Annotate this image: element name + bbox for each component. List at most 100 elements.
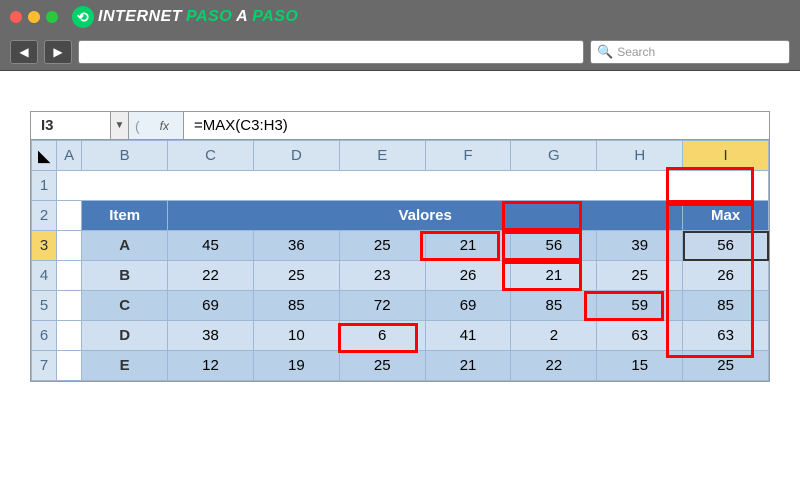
col-F[interactable]: F [425, 141, 511, 171]
col-C[interactable]: C [168, 141, 254, 171]
cell-F7[interactable]: 21 [425, 351, 511, 381]
cell-F4[interactable]: 26 [425, 261, 511, 291]
forward-button[interactable]: ▶ [44, 40, 72, 64]
cell-E3[interactable]: 25 [339, 231, 425, 261]
brand-part3: A [236, 8, 248, 26]
cell-A4[interactable] [57, 261, 82, 291]
spreadsheet[interactable]: ◣ A B C D E F G H I 1 [31, 140, 769, 381]
cell-D6[interactable]: 10 [253, 321, 339, 351]
cell-B5[interactable]: C [82, 291, 168, 321]
back-button[interactable]: ◀ [10, 40, 38, 64]
cell-G3[interactable]: 56 [511, 231, 597, 261]
row-2: 2 Item Valores Max [32, 201, 769, 231]
url-bar[interactable] [78, 40, 584, 64]
cell-A7[interactable] [57, 351, 82, 381]
row-1: 1 [32, 171, 769, 201]
minimize-icon[interactable] [28, 11, 40, 23]
row-head-4[interactable]: 4 [32, 261, 57, 291]
col-D[interactable]: D [253, 141, 339, 171]
col-I[interactable]: I [683, 141, 769, 171]
row-head-2[interactable]: 2 [32, 201, 57, 231]
cell-A3[interactable] [57, 231, 82, 261]
cell-C3[interactable]: 45 [168, 231, 254, 261]
col-H[interactable]: H [597, 141, 683, 171]
formula-bar: I3 ▼ ( fx =MAX(C3:H3) [31, 112, 769, 140]
row-3: 3 A 45 36 25 21 56 39 56 [32, 231, 769, 261]
row-head-6[interactable]: 6 [32, 321, 57, 351]
cell-B7[interactable]: E [82, 351, 168, 381]
cell-C4[interactable]: 22 [168, 261, 254, 291]
col-E[interactable]: E [339, 141, 425, 171]
cell-A5[interactable] [57, 291, 82, 321]
col-B[interactable]: B [82, 141, 168, 171]
row-6: 6 D 38 10 6 41 2 63 63 [32, 321, 769, 351]
excel-screenshot: I3 ▼ ( fx =MAX(C3:H3) ◣ A B C [30, 111, 770, 382]
cell-F6[interactable]: 41 [425, 321, 511, 351]
col-A[interactable]: A [57, 141, 82, 171]
cell-A6[interactable] [57, 321, 82, 351]
cell-H6[interactable]: 63 [597, 321, 683, 351]
cell-I3[interactable]: 56 [683, 231, 769, 261]
cell-F3[interactable]: 21 [425, 231, 511, 261]
cell-H7[interactable]: 15 [597, 351, 683, 381]
cell-C7[interactable]: 12 [168, 351, 254, 381]
cell-I7[interactable]: 25 [683, 351, 769, 381]
row-head-7[interactable]: 7 [32, 351, 57, 381]
fx-paren: ( [129, 112, 146, 139]
select-all-corner[interactable]: ◣ [32, 141, 57, 171]
header-item[interactable]: Item [82, 201, 168, 231]
cell-B4[interactable]: B [82, 261, 168, 291]
cell-E4[interactable]: 23 [339, 261, 425, 291]
cell-H3[interactable]: 39 [597, 231, 683, 261]
site-logo: ⟲ INTERNETPASOAPASO [72, 6, 298, 28]
col-G[interactable]: G [511, 141, 597, 171]
search-icon: 🔍 [597, 44, 613, 60]
name-box-dropdown-icon[interactable]: ▼ [111, 112, 129, 139]
navbar: ◀ ▶ 🔍 Search [0, 34, 800, 70]
cell-D5[interactable]: 85 [253, 291, 339, 321]
logo-icon: ⟲ [72, 6, 94, 28]
cell-E6[interactable]: 6 [339, 321, 425, 351]
cell-empty[interactable] [57, 171, 769, 201]
name-box[interactable]: I3 [31, 112, 111, 139]
cell-G4[interactable]: 21 [511, 261, 597, 291]
cell-F5[interactable]: 69 [425, 291, 511, 321]
cell-G6[interactable]: 2 [511, 321, 597, 351]
column-headers: ◣ A B C D E F G H I [32, 141, 769, 171]
cell-I4[interactable]: 26 [683, 261, 769, 291]
row-head-5[interactable]: 5 [32, 291, 57, 321]
cell-H5[interactable]: 59 [597, 291, 683, 321]
cell-G5[interactable]: 85 [511, 291, 597, 321]
cell-I6[interactable]: 63 [683, 321, 769, 351]
cell-C6[interactable]: 38 [168, 321, 254, 351]
page-content: I3 ▼ ( fx =MAX(C3:H3) ◣ A B C [0, 71, 800, 422]
row-head-3[interactable]: 3 [32, 231, 57, 261]
formula-input[interactable]: =MAX(C3:H3) [184, 112, 769, 139]
header-max[interactable]: Max [683, 201, 769, 231]
cell-I5[interactable]: 85 [683, 291, 769, 321]
cell-E5[interactable]: 72 [339, 291, 425, 321]
cell-D7[interactable]: 19 [253, 351, 339, 381]
row-5: 5 C 69 85 72 69 85 59 85 [32, 291, 769, 321]
cell-E7[interactable]: 25 [339, 351, 425, 381]
cell-D3[interactable]: 36 [253, 231, 339, 261]
cell-B3[interactable]: A [82, 231, 168, 261]
fx-label[interactable]: fx [146, 112, 184, 139]
search-placeholder: Search [617, 45, 655, 59]
cell-H4[interactable]: 25 [597, 261, 683, 291]
browser-chrome: ⟲ INTERNETPASOAPASO ◀ ▶ 🔍 Search [0, 0, 800, 71]
row-head-1[interactable]: 1 [32, 171, 57, 201]
close-icon[interactable] [10, 11, 22, 23]
search-input[interactable]: 🔍 Search [590, 40, 790, 64]
maximize-icon[interactable] [46, 11, 58, 23]
cell-C5[interactable]: 69 [168, 291, 254, 321]
cell-A2[interactable] [57, 201, 82, 231]
cell-D4[interactable]: 25 [253, 261, 339, 291]
row-4: 4 B 22 25 23 26 21 25 26 [32, 261, 769, 291]
brand-part4: PASO [252, 8, 298, 26]
header-valores[interactable]: Valores [168, 201, 683, 231]
cell-G7[interactable]: 22 [511, 351, 597, 381]
cell-B6[interactable]: D [82, 321, 168, 351]
titlebar: ⟲ INTERNETPASOAPASO [0, 0, 800, 34]
brand-part2: PASO [186, 8, 232, 26]
